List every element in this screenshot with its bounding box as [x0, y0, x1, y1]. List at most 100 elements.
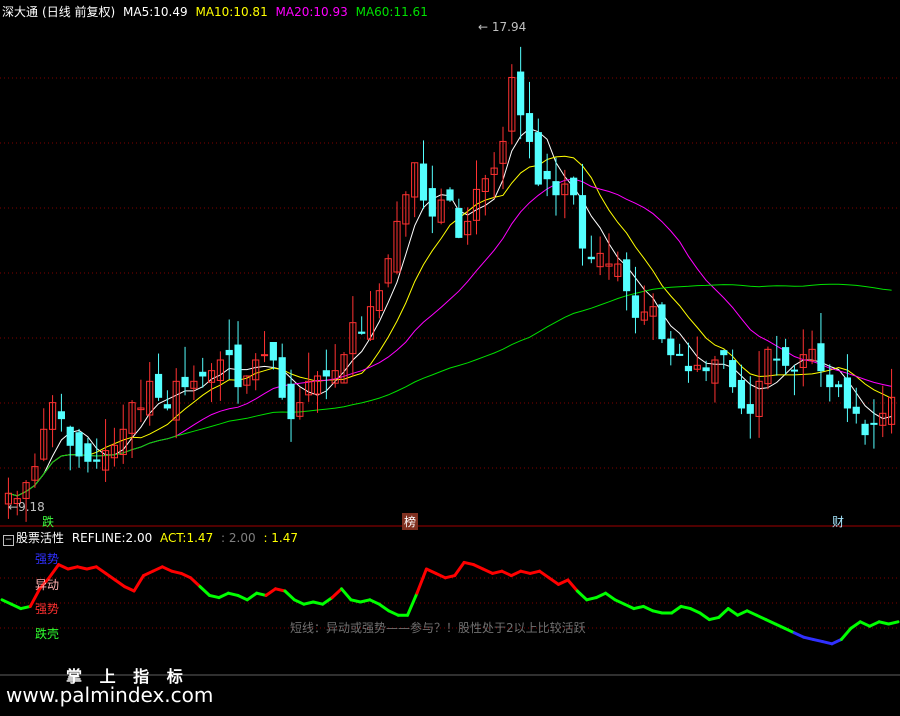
left-arrow-icon: ← — [8, 500, 19, 514]
act-segment — [189, 576, 202, 589]
candle-body — [358, 331, 366, 334]
candle-body — [287, 383, 295, 420]
candlestick-series — [4, 46, 896, 522]
label-strong: 强势 — [35, 602, 60, 616]
candle-body — [623, 259, 631, 292]
act-segment — [481, 567, 494, 575]
label-shell: 跌壳 — [35, 627, 60, 641]
candle-body — [676, 353, 684, 356]
extra-value-1: : 2.00 — [221, 531, 256, 545]
candle-body — [181, 376, 189, 388]
act-segment — [509, 569, 523, 578]
left-arrow-icon: ← — [478, 20, 489, 34]
candle-body — [154, 373, 163, 398]
ma5-label: MA5: — [123, 5, 154, 19]
act-segment — [764, 618, 777, 626]
moving-average-lines — [8, 128, 892, 497]
candle-body — [525, 113, 534, 142]
ma60-label: MA60: — [355, 5, 394, 19]
act-segment — [132, 574, 145, 593]
indicator-panel-header: − 股票活性 REFLINE:2.00 ACT:1.47 : 2.00 : 1.4… — [3, 529, 302, 546]
indicator-name[interactable]: 股票活性 — [16, 531, 64, 545]
act-segment — [123, 585, 136, 593]
candle-body — [667, 338, 675, 356]
act-segment — [94, 565, 108, 575]
act-segment — [217, 591, 230, 600]
chart-mode[interactable]: (日线 前复权) — [42, 5, 115, 19]
candle-body — [225, 349, 233, 356]
candle-body — [534, 132, 542, 185]
act-segment — [198, 585, 211, 597]
act-segment — [387, 609, 400, 617]
act-segment — [236, 593, 249, 602]
event-marker-rank[interactable]: 榜 — [402, 513, 419, 530]
candle-body — [517, 71, 525, 116]
price-panel-header: 深大通 (日线 前复权) MA5:10.49 MA10:10.81 MA20:10… — [2, 3, 432, 20]
ma10-line — [8, 155, 892, 497]
extra-value-2: : 1.47 — [263, 531, 299, 545]
candle-body — [75, 432, 83, 457]
act-segment — [575, 589, 589, 602]
candle-body — [658, 304, 666, 340]
candle-body — [684, 365, 693, 372]
candle-body — [852, 406, 860, 414]
act-segment — [453, 560, 466, 578]
act-segment — [689, 607, 702, 615]
label-anomaly: 异动 — [35, 578, 60, 592]
candle-body — [773, 358, 781, 361]
act-segment — [830, 637, 843, 646]
act-segment — [283, 589, 296, 602]
candle-body — [861, 423, 869, 436]
act-segment — [472, 563, 485, 571]
ma5-value: 10.49 — [153, 5, 188, 19]
minus-box-icon[interactable]: − — [3, 535, 14, 546]
act-segment — [745, 609, 759, 617]
stock-name[interactable]: 深大通 — [2, 5, 38, 19]
low-price-marker: ←9.18 — [8, 500, 45, 514]
act-segment — [887, 620, 900, 626]
candle-body — [570, 177, 578, 196]
act-segment — [556, 578, 570, 586]
candle-body — [702, 367, 710, 372]
act-segment — [613, 598, 626, 606]
event-marker-drop[interactable]: 跌 — [42, 513, 54, 530]
act-label: ACT: — [160, 531, 187, 545]
act-segment — [670, 604, 683, 615]
low-price-value: 9.18 — [18, 500, 45, 514]
act-segment — [57, 563, 70, 571]
candle-body — [428, 188, 436, 217]
candle-body — [234, 344, 242, 388]
act-segment — [434, 571, 447, 580]
candle-body — [322, 370, 330, 377]
event-marker-finance[interactable]: 财 — [832, 513, 844, 530]
label-strong-momentum: 强势 — [35, 552, 60, 566]
candle-body — [199, 371, 207, 377]
act-segment — [538, 569, 551, 580]
ma20-label: MA20: — [275, 5, 314, 19]
act-segment — [368, 598, 381, 606]
act-segment — [104, 571, 117, 582]
act-segment — [547, 576, 560, 586]
act-segment — [736, 609, 749, 617]
candle-body — [578, 195, 587, 249]
panel-divider — [0, 525, 900, 676]
act-segment — [641, 604, 655, 613]
ma60-value: 11.61 — [393, 5, 428, 19]
candle-body — [260, 354, 269, 357]
act-segment — [849, 620, 862, 630]
candle-body — [790, 369, 799, 372]
candle-body — [870, 422, 878, 425]
candle-body — [278, 357, 286, 398]
stock-chart-canvas[interactable] — [0, 0, 900, 716]
candle-body — [843, 377, 852, 409]
high-price-marker: ← 17.94 — [478, 20, 526, 34]
candle-body — [587, 256, 595, 260]
candle-body — [543, 170, 551, 180]
act-segment — [245, 591, 259, 602]
candle-body — [835, 384, 843, 388]
candle-body — [269, 341, 277, 361]
act-segment — [594, 591, 608, 600]
candle-body — [93, 459, 101, 462]
watermark-url: www.palmindex.com — [6, 683, 214, 707]
act-segment — [340, 587, 353, 602]
